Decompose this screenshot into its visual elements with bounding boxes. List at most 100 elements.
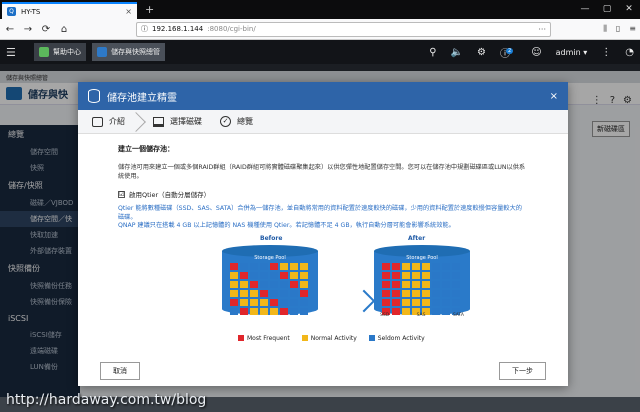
data-block [270,271,278,279]
qtier-checkbox[interactable]: ☑ [118,190,125,198]
data-block [442,262,450,270]
intro-step-icon [92,116,103,127]
disk-step-icon [153,116,164,127]
notification-icon[interactable]: ⓘ2 [500,45,517,60]
data-block [452,262,460,270]
cancel-button[interactable]: 取消 [100,362,140,380]
taskbar-app-label: 儲存與快照總管 [111,48,160,56]
close-window-button[interactable]: ✕ [618,0,640,19]
data-block [432,271,440,279]
data-block [300,271,308,279]
maximize-button[interactable]: ▢ [596,0,618,19]
data-block [290,280,298,288]
tier-sas: SAS [416,312,426,318]
dashboard-icon[interactable]: ◔ [625,47,634,58]
legend-seldom-activity: Seldom Activity [368,334,425,342]
intro-text: 儲存池可用來建立一個或多個RAID群組（RAID群組可將實體磁碟聚集起來）以供您… [118,164,526,180]
data-block [270,280,278,288]
main-menu-icon[interactable]: ☰ [6,46,28,59]
data-block [452,298,460,306]
taskbar-app-storage[interactable]: 儲存與快照總管 [92,43,165,61]
diagram-legend: Most Frequent Normal Activity Seldom Act… [238,335,425,342]
reload-icon[interactable]: ⟳ [40,24,52,35]
qnap-favicon-icon: Q [7,7,16,16]
check-circle-icon: ✓ [220,116,231,127]
data-block [270,307,278,315]
legend-label: Seldom Activity [377,334,425,342]
data-block [270,262,278,270]
close-icon[interactable]: × [550,91,558,102]
legend-label: Normal Activity [310,334,357,342]
more-icon[interactable]: ⋮ [601,47,611,58]
back-icon[interactable]: ← [4,24,16,35]
data-block [402,289,410,297]
qtier-checkbox-label[interactable]: 啟用Qtier（自動分層儲存） [129,189,210,199]
pool-before: Storage Pool [222,244,318,321]
data-block [290,289,298,297]
data-block [442,280,450,288]
watermark: http://hardaway.com.tw/blog [6,392,207,408]
volume-icon[interactable]: 🔈 [451,47,463,58]
data-block [250,307,258,315]
data-block [402,298,410,306]
legend-swatch [238,335,244,341]
data-block [422,289,430,297]
browser-tab[interactable]: Q HY-TS × [2,2,137,19]
arrow-right-icon [352,289,376,312]
data-block [402,280,410,288]
data-block [432,298,440,306]
legend-normal-activity: Normal Activity [301,334,357,342]
data-block [260,289,268,297]
url-bar[interactable]: ⓘ 192.168.1.144:8080/cgi-bin/ ··· [136,21,551,37]
new-tab-button[interactable]: + [145,3,154,16]
data-block [422,280,430,288]
qtier-checkbox-row[interactable]: ☑ 啟用Qtier（自動分層儲存） [118,189,526,199]
data-block [290,307,298,315]
search-icon[interactable]: ⚲ [429,47,436,58]
data-block [300,280,308,288]
step-intro: 介紹 [92,116,125,127]
user-menu[interactable]: admin ▾ [556,48,588,57]
wizard-steps: 介紹 選擇磁碟 ✓ 總覽 [78,110,568,134]
step-separator [126,111,146,132]
data-block [280,289,288,297]
data-block [422,262,430,270]
data-block [382,271,390,279]
tier-labels: SSD SAS SATA [380,313,464,318]
data-block [250,271,258,279]
wizard-body: 建立一個儲存池： 儲存池可用來建立一個或多個RAID群組（RAID群組可將實體磁… [78,134,568,351]
data-block [452,280,460,288]
qtier-memory-note: QNAP 建議只在搭載 4 GB 以上記憶體的 NAS 機種使用 Qtier。若… [118,222,455,229]
section-heading: 建立一個儲存池： [118,145,174,153]
close-tab-icon[interactable]: × [125,7,132,16]
menu-icon[interactable]: ≡ [629,24,636,34]
next-button[interactable]: 下一步 [499,362,546,380]
data-block [230,271,238,279]
background-task-icon[interactable]: ⚙ [477,47,486,58]
window-controls: — ▢ ✕ [574,0,640,19]
storage-manager-icon [97,47,107,57]
data-block [270,298,278,306]
data-block [240,298,248,306]
data-block [280,271,288,279]
data-block [260,280,268,288]
sidebar-icon[interactable]: ▯ [616,24,620,34]
library-icon[interactable]: ⫼ [603,24,607,34]
tier-ssd: SSD [380,312,390,318]
info-icon[interactable]: ⓘ [141,24,148,34]
minimize-button[interactable]: — [574,0,596,19]
data-block [392,298,400,306]
wizard-header: 儲存池建立精靈 × [78,82,568,110]
page-actions-icon[interactable]: ··· [538,25,546,34]
data-block [290,298,298,306]
user-avatar-icon[interactable]: ☺ [531,47,541,58]
data-block [432,280,440,288]
home-icon[interactable]: ⌂ [58,24,70,35]
taskbar-app-label: 幫助中心 [53,48,81,56]
browser-tab-title: HY-TS [21,7,41,16]
data-block [402,271,410,279]
data-block [382,280,390,288]
legend-swatch [301,335,308,341]
forward-icon[interactable]: → [22,24,34,35]
taskbar-app-help[interactable]: 幫助中心 [34,43,86,61]
